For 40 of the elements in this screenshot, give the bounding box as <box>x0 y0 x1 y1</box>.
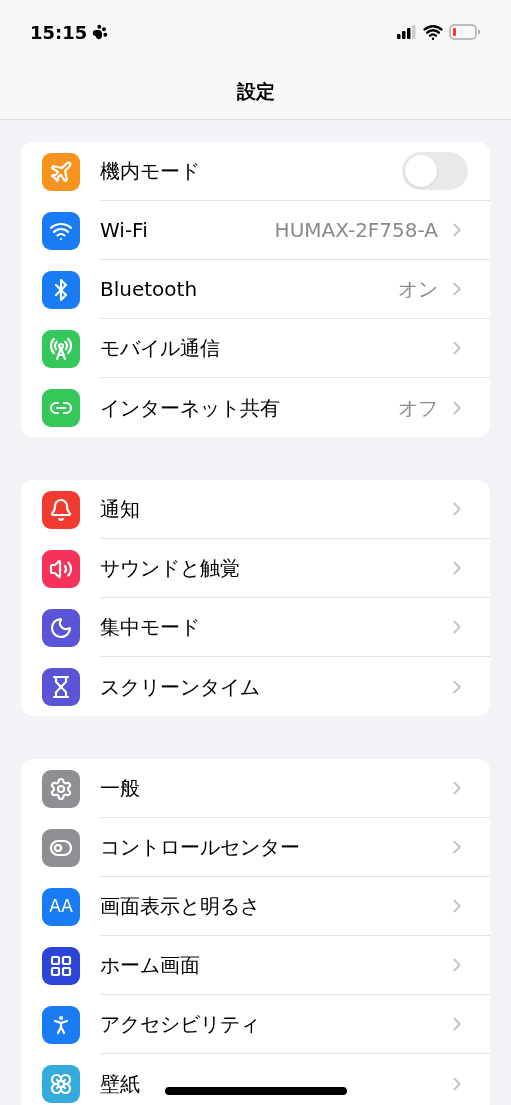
row-label: スクリーンタイム <box>100 673 260 701</box>
row-label: 通知 <box>100 496 140 523</box>
row-label: サウンドと触覚 <box>100 555 240 582</box>
settings-row[interactable]: 通知 <box>21 480 490 539</box>
battery-icon <box>449 24 481 40</box>
row-label: モバイル通信 <box>100 335 220 362</box>
row-value: オン <box>398 276 438 303</box>
settings-row[interactable]: コントロールセンター <box>21 818 490 877</box>
wifi-status-icon <box>423 22 443 42</box>
row-value: オフ <box>398 394 438 422</box>
row-label: コントロールセンター <box>100 834 300 861</box>
row-label: 集中モード <box>100 614 200 641</box>
settings-row[interactable]: AA 画面表示と明るさ <box>21 877 490 936</box>
row-label: インターネット共有 <box>100 394 280 422</box>
settings-row[interactable]: 集中モード <box>21 598 490 657</box>
row-label: 壁紙 <box>100 1070 140 1098</box>
row-label: 一般 <box>100 775 140 802</box>
status-time: 15:15 <box>30 20 88 45</box>
settings-row[interactable]: サウンドと触覚 <box>21 539 490 598</box>
settings-row[interactable]: インターネット共有 オフ <box>21 378 490 437</box>
settings-row[interactable]: 一般 <box>21 759 490 818</box>
settings-row[interactable]: Wi-Fi HUMAX-2F758-A <box>21 201 490 260</box>
settings-row[interactable]: Bluetooth オン <box>21 260 490 319</box>
paw-icon <box>92 24 109 40</box>
row-label: 機内モード <box>100 158 200 185</box>
row-label: Wi-Fi <box>100 217 148 244</box>
settings-row[interactable]: アクセシビリティ <box>21 995 490 1054</box>
row-label: Bluetooth <box>100 276 198 303</box>
settings-row[interactable]: モバイル通信 <box>21 319 490 378</box>
nav-title: 設定 <box>236 79 275 105</box>
settings-row[interactable]: ホーム画面 <box>21 936 490 995</box>
text-size-icon: AA <box>42 887 80 926</box>
signal-icon <box>397 25 417 39</box>
settings-row[interactable]: スクリーンタイム <box>21 657 490 716</box>
toggle-switch[interactable] <box>402 152 468 190</box>
row-value: HUMAX-2F758-A <box>274 217 438 244</box>
row-label: アクセシビリティ <box>100 1011 260 1038</box>
settings-row[interactable]: 機内モード <box>21 142 490 201</box>
row-label: ホーム画面 <box>100 952 200 979</box>
row-label: 画面表示と明るさ <box>100 893 260 920</box>
